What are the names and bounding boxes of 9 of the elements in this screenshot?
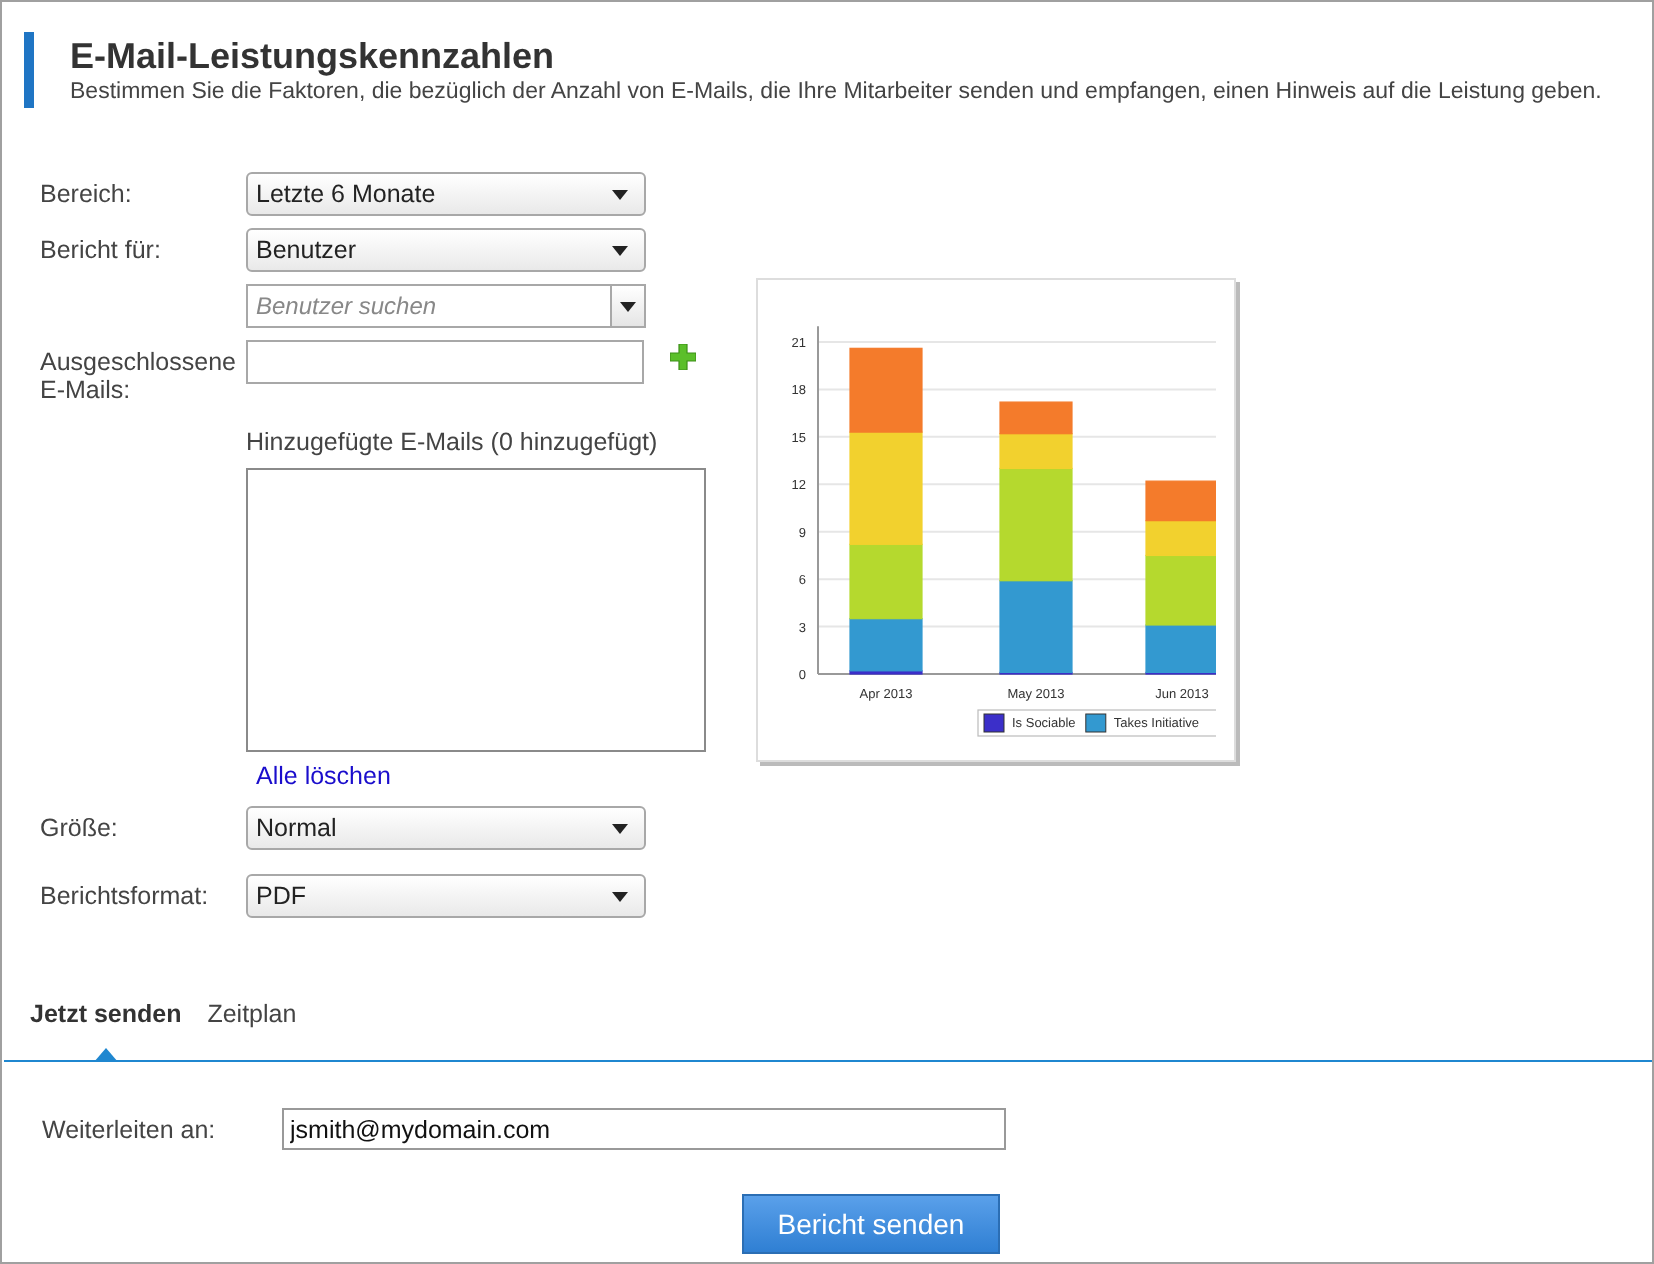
field-label: Ausgeschlossene E-Mails: — [40, 346, 238, 404]
page-description: Bestimmen Sie die Faktoren, die bezüglich der Anzahl von E-Mails, die Ihre Mitarbeiter senden und empfangen, einen Hinweis auf die Leistung geben. — [70, 80, 1604, 104]
page-title: E-Mail-Leistungskennzahlen — [70, 34, 557, 78]
field-label: Weiterleiten an: — [42, 1115, 218, 1143]
field-label: Größe: — [40, 812, 120, 842]
list-caption: Hinzugefügte E-Mails (0 hinzugefügt) — [246, 428, 660, 456]
field-label: Bericht für: — [40, 234, 163, 264]
field-label: Bereich: — [40, 178, 134, 208]
field-label: Berichtsformat: — [40, 880, 211, 910]
